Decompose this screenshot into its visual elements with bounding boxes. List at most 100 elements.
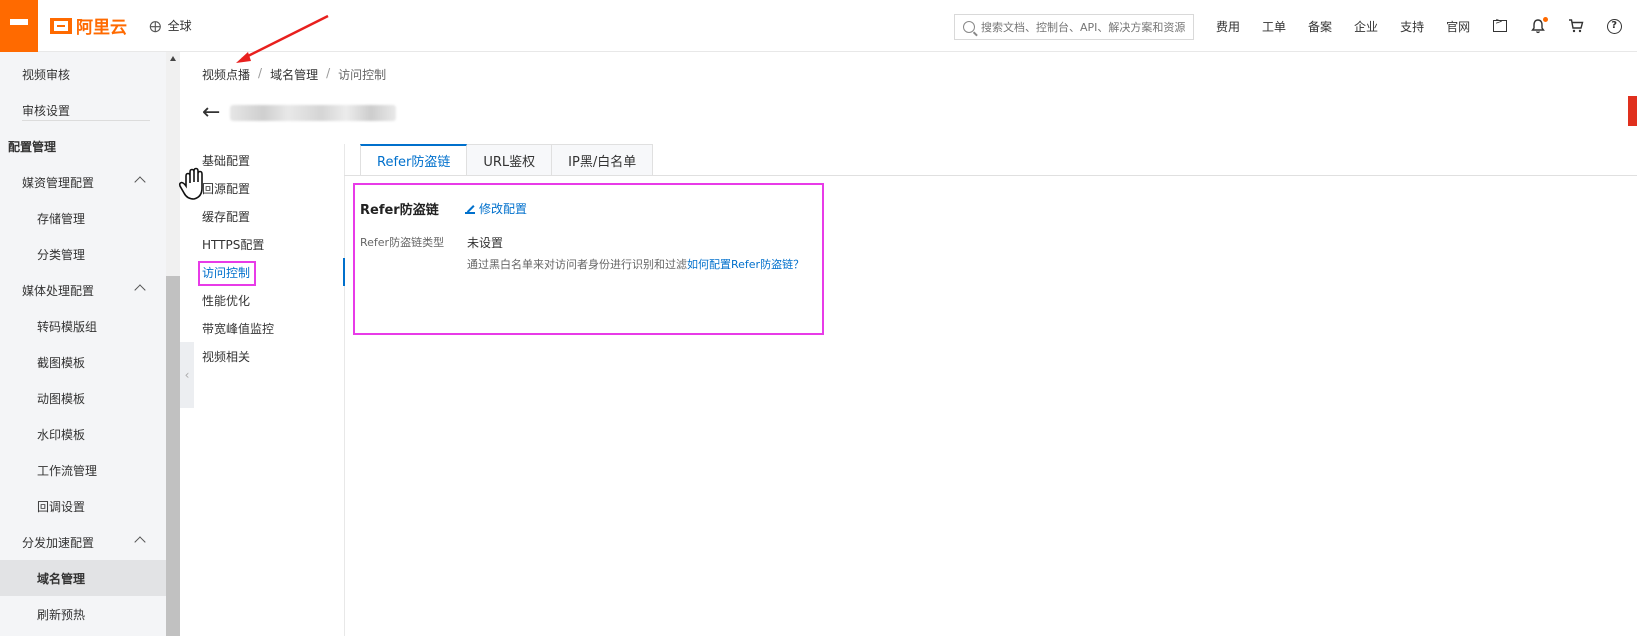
sidebar-item-storage[interactable]: 存储管理 [0, 200, 166, 236]
sidebar-item-refresh-preload[interactable]: 刷新预热 [0, 596, 166, 632]
globe-icon: 🜨 [149, 18, 162, 36]
subnav-bandwidth-cap[interactable]: 带宽峰值监控 [202, 316, 274, 340]
sidebar-item-label: 审核设置 [22, 103, 71, 118]
back-arrow-icon[interactable]: ← [202, 102, 220, 124]
nav-tickets[interactable]: 工单 [1262, 18, 1286, 35]
search-icon [963, 21, 975, 33]
nav-icp[interactable]: 备案 [1308, 18, 1332, 35]
sidebar-item-label: 水印模板 [37, 427, 86, 442]
global-search[interactable] [954, 14, 1194, 40]
description-text: 通过黑白名单来对访问者身份进行识别和过滤 [467, 258, 687, 271]
search-input[interactable] [981, 20, 1191, 34]
subnav-active-indicator [343, 258, 345, 286]
sidebar-item-label: 分发加速配置 [22, 535, 95, 550]
sidebar-collapse-handle[interactable]: ‹ [180, 342, 194, 408]
sidebar-item-transcode-templates[interactable]: 转码模版组 [0, 308, 166, 344]
nav-enterprise[interactable]: 企业 [1354, 18, 1378, 35]
chevron-left-icon: ‹ [184, 368, 190, 382]
sidebar-group-label: 配置管理 [8, 139, 57, 154]
edit-config-link[interactable]: 修改配置 [465, 200, 527, 217]
sidebar-scrollbar[interactable] [166, 52, 180, 636]
sidebar-item-label: 媒资管理配置 [22, 175, 95, 190]
breadcrumb-access-control: 访问控制 [338, 68, 387, 82]
nav-support[interactable]: 支持 [1400, 18, 1424, 35]
sidebar-item-video-review[interactable]: 视频审核 [0, 56, 166, 92]
subnav-https-config[interactable]: HTTPS配置 [202, 232, 264, 256]
sidebar-item-label: 存储管理 [37, 211, 86, 226]
sidebar-divider [22, 120, 150, 121]
sidebar-item-domain-management[interactable]: 域名管理 [0, 560, 166, 596]
sidebar-item-label: 分类管理 [37, 247, 86, 262]
nav-billing[interactable]: 费用 [1216, 18, 1240, 35]
hamburger-icon [10, 18, 28, 33]
sidebar-item-label: 工作流管理 [37, 463, 98, 478]
sidebar-item-label: 截图模板 [37, 355, 86, 370]
chevron-up-icon [134, 176, 146, 188]
sidebar-item-workflow[interactable]: 工作流管理 [0, 452, 166, 488]
breadcrumb-domain-management[interactable]: 域名管理 [270, 66, 318, 83]
refer-type-label: Refer防盗链类型 [360, 236, 445, 249]
bell-icon[interactable] [1530, 17, 1549, 34]
subnav-cache-config[interactable]: 缓存配置 [202, 204, 250, 228]
sidebar-item-callback[interactable]: 回调设置 [0, 488, 166, 524]
sidebar-item-label: 媒体处理配置 [22, 283, 95, 298]
sidebar-item-media-asset-config[interactable]: 媒资管理配置 [0, 164, 166, 200]
subnav-basic-config[interactable]: 基础配置 [202, 148, 250, 172]
refer-type-value: 未设置 [467, 236, 504, 250]
sidebar-item-watermark-templates[interactable]: 水印模板 [0, 416, 166, 452]
page-title-row: ← [202, 102, 397, 124]
page-title-redacted [230, 105, 397, 121]
brand-name: 阿里云 [76, 18, 127, 38]
sidebar-item-category[interactable]: 分类管理 [0, 236, 166, 272]
edit-config-label: 修改配置 [479, 202, 528, 216]
left-sidebar: 视频审核 审核设置 配置管理 媒资管理配置 存储管理 分类管理 媒体处理配置 转… [0, 52, 166, 636]
help-icon[interactable]: ? [1606, 18, 1622, 34]
chevron-up-icon [134, 536, 146, 548]
nav-official-site[interactable]: 官网 [1446, 18, 1470, 35]
feedback-tab[interactable] [1628, 96, 1637, 126]
sidebar-item-label: 刷新预热 [37, 607, 86, 622]
region-label: 全球 [167, 19, 192, 33]
tab-refer-hotlink[interactable]: Refer防盗链 [360, 144, 468, 176]
chevron-up-icon [134, 284, 146, 296]
breadcrumb-separator: / [326, 66, 331, 80]
sidebar-item-label: 回调设置 [37, 499, 86, 514]
sidebar-item-gif-templates[interactable]: 动图模板 [0, 380, 166, 416]
subnav-divider [344, 144, 345, 636]
terminal-icon[interactable] [1492, 17, 1508, 34]
sidebar-item-label: 视频审核 [22, 67, 71, 82]
menu-button[interactable] [0, 0, 38, 52]
sidebar-item-snapshot-templates[interactable]: 截图模板 [0, 344, 166, 380]
scroll-up-icon[interactable] [170, 56, 176, 61]
tab-url-auth[interactable]: URL鉴权 [467, 144, 553, 176]
sidebar-group-config: 配置管理 [0, 128, 166, 164]
sidebar-item-review-settings[interactable]: 审核设置 [0, 92, 166, 128]
breadcrumb: 视频点播 / 域名管理 / 访问控制 [202, 66, 386, 83]
sidebar-item-cdn-config[interactable]: 分发加速配置 [0, 524, 166, 560]
tabs-underline [344, 175, 1637, 176]
subnav-video-related[interactable]: 视频相关 [202, 344, 250, 368]
sidebar-item-media-processing[interactable]: 媒体处理配置 [0, 272, 166, 308]
subnav-origin-config[interactable]: 回源配置 [202, 176, 250, 200]
panel-title: Refer防盗链 [360, 203, 439, 218]
aliyun-logo-icon [50, 17, 72, 34]
sidebar-item-label: 转码模版组 [37, 319, 98, 334]
top-nav-links: 费用 工单 备案 企业 支持 官网 ? [1216, 0, 1637, 52]
subnav-access-control[interactable]: 访问控制 [202, 260, 250, 284]
notification-dot [1543, 17, 1549, 22]
cart-icon[interactable] [1568, 18, 1584, 34]
subnav-performance[interactable]: 性能优化 [202, 288, 250, 312]
breadcrumb-vod[interactable]: 视频点播 [202, 66, 250, 83]
scrollbar-thumb[interactable] [166, 276, 180, 636]
tab-ip-list[interactable]: IP黑/白名单 [552, 144, 654, 176]
aliyun-logo[interactable]: 阿里云 [50, 13, 127, 38]
region-selector[interactable]: 🜨 全球 [149, 10, 192, 41]
how-to-config-link[interactable]: 如何配置Refer防盗链？ [687, 258, 804, 271]
refer-type-description: 通过黑白名单来对访问者身份进行识别和过滤如何配置Refer防盗链？ [467, 256, 804, 272]
breadcrumb-separator: / [258, 66, 263, 80]
top-navigation-bar: 阿里云 🜨 全球 费用 工单 备案 企业 支持 官网 ? [0, 0, 1637, 52]
sidebar-item-label: 域名管理 [37, 571, 86, 586]
sidebar-item-label: 动图模板 [37, 391, 86, 406]
access-control-tabs: Refer防盗链 URL鉴权 IP黑/白名单 [360, 144, 654, 176]
edit-pencil-icon [465, 204, 475, 214]
